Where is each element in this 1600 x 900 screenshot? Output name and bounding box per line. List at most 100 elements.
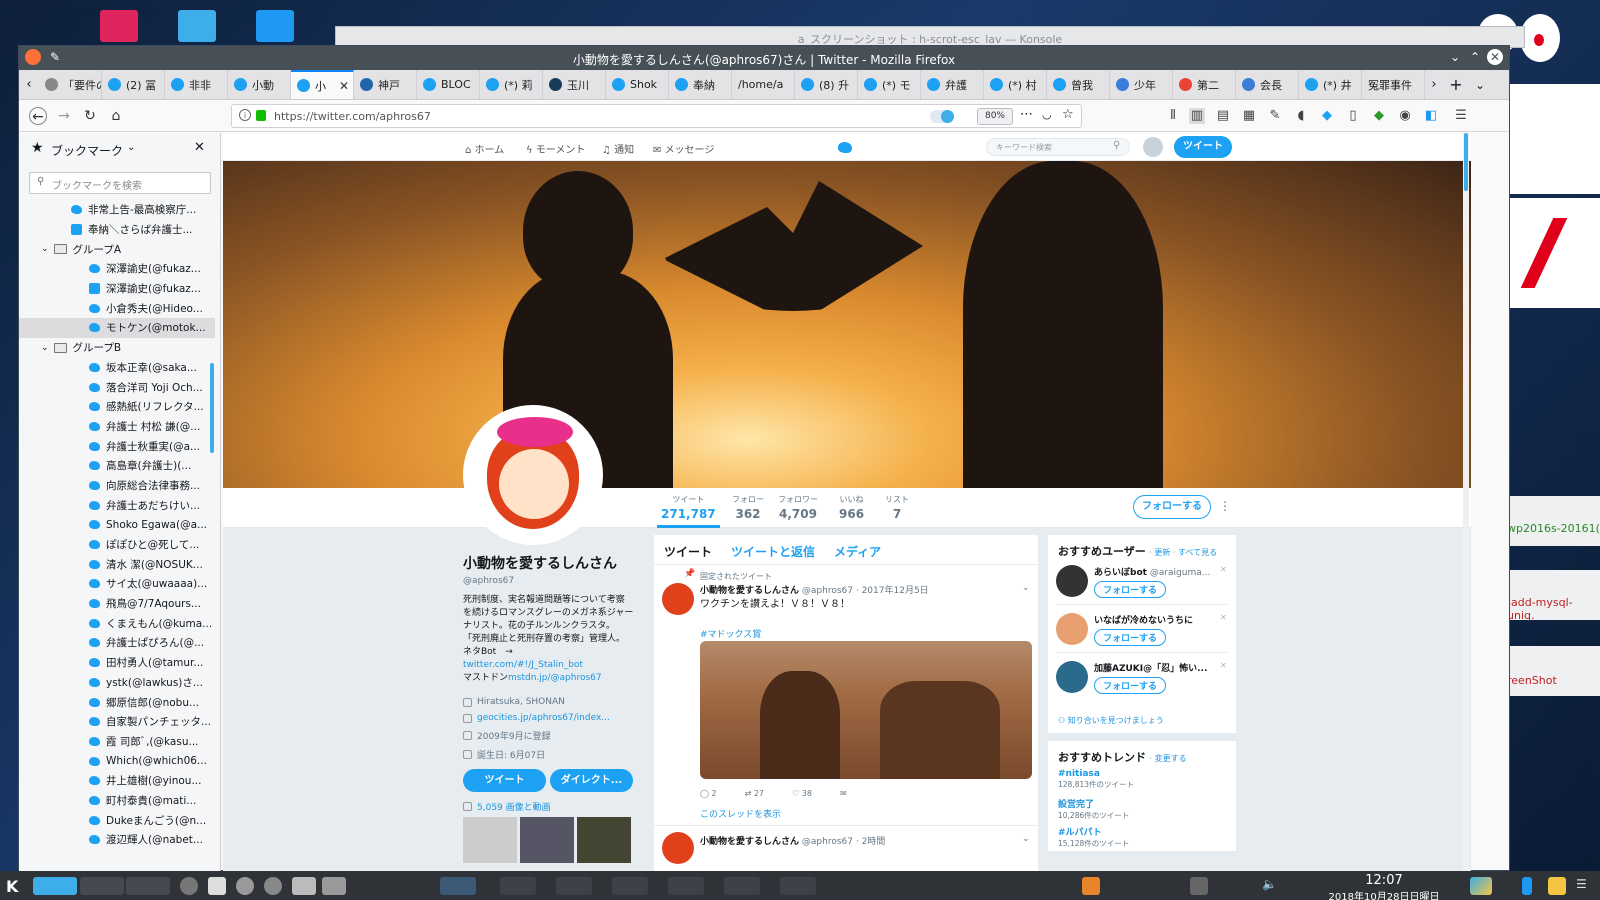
tweet-date[interactable]: · 2時間 bbox=[856, 837, 885, 847]
pinned-tweet[interactable]: 📌 固定されたツイート 小動物を愛するしんさん @aphros67 · 2017… bbox=[654, 565, 1038, 823]
sidebar-scrollbar[interactable] bbox=[210, 363, 214, 453]
profile-stat[interactable]: リスト 7 bbox=[881, 494, 913, 528]
tab-list-chevron-icon[interactable]: ⌄ bbox=[1469, 70, 1491, 99]
bookmark-item[interactable]: ystk(@lawkus)さ... bbox=[19, 673, 215, 693]
tweet-hashtag[interactable]: #マドックス賞 bbox=[700, 627, 761, 640]
profile-stat[interactable]: ツイート 271,787 bbox=[657, 494, 720, 528]
sidebar-title[interactable]: ブックマーク bbox=[51, 142, 123, 159]
browser-tab[interactable]: (*) 井 bbox=[1299, 70, 1362, 99]
bookmark-item[interactable]: 霞 司郎ﾞ,(@kasu... bbox=[19, 732, 215, 752]
url-text[interactable]: https://twitter.com/aphros67 bbox=[274, 110, 431, 123]
task-window[interactable] bbox=[440, 877, 476, 895]
back-arrow-icon[interactable]: ← bbox=[29, 107, 47, 125]
app-task-icon[interactable] bbox=[236, 877, 254, 895]
bookmark-item[interactable]: 深澤諭史(@fukaz... bbox=[19, 279, 215, 299]
browser-tab[interactable]: 曾我 bbox=[1047, 70, 1110, 99]
recommended-follow-button[interactable]: フォローする bbox=[1094, 581, 1167, 598]
browser-tab[interactable]: 小 ✕ bbox=[291, 70, 354, 99]
browser-tab[interactable]: 少年 bbox=[1110, 70, 1173, 99]
tab-tweets[interactable]: ツイート bbox=[664, 543, 712, 560]
right-window-1[interactable]: wp2016s-20161( bbox=[1506, 496, 1600, 546]
bookmark-item[interactable]: 井上雄樹(@yinou... bbox=[19, 771, 215, 791]
recommended-user[interactable]: あらいぼbot @araiguma... ✕ フォローする bbox=[1056, 561, 1228, 605]
library-icon[interactable]: ⫴ bbox=[1165, 108, 1181, 124]
kde-menu-icon[interactable]: K bbox=[6, 877, 24, 896]
browser-tab[interactable]: 会長 bbox=[1236, 70, 1299, 99]
twitter-search-input[interactable]: キーワード検索 ⚲ bbox=[986, 138, 1130, 156]
clipboard-icon[interactable]: ▯ bbox=[1345, 108, 1361, 124]
bookmark-item[interactable]: くまえもん(@kuma... bbox=[19, 613, 215, 633]
bookmark-star-icon[interactable]: ☆ bbox=[1062, 107, 1074, 122]
browser-tab[interactable]: (*) モ bbox=[858, 70, 921, 99]
document-task-icon[interactable] bbox=[208, 877, 226, 895]
bookmark-item[interactable]: モトケン(@motok... bbox=[19, 318, 215, 338]
bookmark-item[interactable]: 小倉秀夫(@Hideo... bbox=[19, 298, 215, 318]
tweet-avatar[interactable] bbox=[662, 583, 694, 615]
expand-chevron-icon[interactable]: ⌄ bbox=[41, 343, 49, 353]
taskbar-menu-icon[interactable]: ☰ bbox=[1576, 877, 1594, 895]
bookmark-item[interactable]: 深澤諭史(@fukaz... bbox=[19, 259, 215, 279]
browser-tab[interactable]: BLOC bbox=[417, 70, 480, 99]
media-link[interactable]: 5,059 画像と動画 bbox=[477, 800, 551, 813]
clock[interactable]: 12:07 2018年10月28日日曜日 bbox=[1310, 873, 1458, 900]
browser-tab[interactable]: (2) 冨 bbox=[102, 70, 165, 99]
scroll-tabs-left-icon[interactable]: ‹ bbox=[19, 70, 39, 99]
desktop-pager[interactable] bbox=[33, 877, 77, 895]
trend-tag[interactable]: 設営完了 bbox=[1058, 797, 1129, 810]
mastodon-link[interactable]: mstdn.jp/@aphros67 bbox=[508, 673, 602, 683]
close-window-icon[interactable]: ✕ bbox=[1487, 49, 1503, 65]
media-thumb[interactable] bbox=[463, 817, 517, 863]
bookmark-item[interactable]: 渡辺輝人(@nabet... bbox=[19, 830, 215, 850]
trend-tag[interactable]: #nitiasa bbox=[1058, 769, 1134, 779]
right-window-red-logo[interactable] bbox=[1506, 198, 1600, 308]
bookmark-search-input[interactable]: ⚲ ブックマークを検索 bbox=[29, 172, 211, 194]
sidebar-icon[interactable]: ▥ bbox=[1189, 108, 1205, 124]
tweet-image[interactable] bbox=[700, 641, 1032, 779]
elephant-icon[interactable]: ◖ bbox=[1293, 108, 1309, 124]
forward-arrow-icon[interactable]: → bbox=[55, 107, 73, 125]
follow-button[interactable]: フォローする bbox=[1133, 495, 1211, 519]
bookmark-item[interactable]: 飛鳥@7/7Aqours... bbox=[19, 594, 215, 614]
tray-app-icon[interactable] bbox=[1470, 877, 1492, 895]
close-sidebar-icon[interactable]: ✕ bbox=[194, 140, 205, 155]
expand-chevron-icon[interactable]: ⌄ bbox=[41, 244, 49, 254]
profile-stat[interactable]: フォロー 362 bbox=[728, 494, 768, 528]
bookmark-item[interactable]: 非常上告-最高検察庁... bbox=[19, 200, 215, 220]
bookmark-item[interactable]: 田村勇人(@tamur... bbox=[19, 653, 215, 673]
profile-tweet-button[interactable]: ツイート bbox=[463, 769, 546, 792]
tab-tweets-replies[interactable]: ツイートと返信 bbox=[731, 543, 815, 560]
profile-stat[interactable]: フォロワー 4,709 bbox=[774, 494, 822, 528]
profile-banner[interactable] bbox=[223, 161, 1471, 491]
desktop-icon-folder[interactable] bbox=[256, 10, 294, 42]
bookmark-item[interactable]: 郷原信郎(@nobu... bbox=[19, 692, 215, 712]
bookmark-item[interactable]: 弁護士 村松 謙(@... bbox=[19, 417, 215, 437]
second-tweet[interactable]: 小動物を愛するしんさん @aphros67 · 2時間 ⌄ bbox=[654, 825, 1038, 871]
nav-avatar-icon[interactable] bbox=[1143, 137, 1163, 157]
recommended-user-name[interactable]: 加藤AZUKI@「忍」怖い... bbox=[1094, 664, 1207, 674]
bookmark-item[interactable]: 奉納＼さらば弁護士... bbox=[19, 220, 215, 240]
tweet-avatar[interactable] bbox=[662, 832, 694, 864]
twitter-search-icon[interactable]: ⚲ bbox=[1113, 140, 1120, 151]
browser-tab[interactable]: 非非 bbox=[165, 70, 228, 99]
grid-icon[interactable]: ▦ bbox=[1241, 108, 1257, 124]
tray-app-icon[interactable] bbox=[1522, 877, 1532, 895]
site-info-icon[interactable]: i bbox=[239, 109, 251, 121]
browser-tab[interactable]: /home/a bbox=[732, 70, 795, 99]
media-thumb[interactable] bbox=[520, 817, 574, 863]
nav-messages[interactable]: ✉ メッセージ bbox=[653, 141, 714, 156]
browser-tab[interactable]: 弁護 bbox=[921, 70, 984, 99]
tray-ime-icon[interactable] bbox=[1082, 877, 1100, 895]
bot-link[interactable]: twitter.com/#!/J_Stalin_bot bbox=[463, 660, 583, 670]
bookmark-item[interactable]: ぽぽひと@死して... bbox=[19, 535, 215, 555]
url-bar[interactable]: i https://twitter.com/aphros67 80% ⋯ ◡ ☆ bbox=[231, 104, 1082, 128]
retweet-action[interactable]: ⇄ 27 bbox=[745, 789, 764, 798]
profile-avatar[interactable] bbox=[463, 405, 603, 545]
browser-tab[interactable]: 神戸 bbox=[354, 70, 417, 99]
tab-media[interactable]: メディア bbox=[834, 543, 881, 560]
bookmark-folder[interactable]: ⌄ グループB bbox=[19, 338, 215, 358]
firefox-task-icon[interactable] bbox=[180, 877, 198, 895]
bookmark-item[interactable]: 感熱紙(リフレクタ... bbox=[19, 397, 215, 417]
menu-icon[interactable]: ☰ bbox=[1453, 108, 1469, 124]
recommended-user-avatar[interactable] bbox=[1056, 613, 1088, 645]
bookmark-folder[interactable]: ⌄ グループA bbox=[19, 239, 215, 259]
